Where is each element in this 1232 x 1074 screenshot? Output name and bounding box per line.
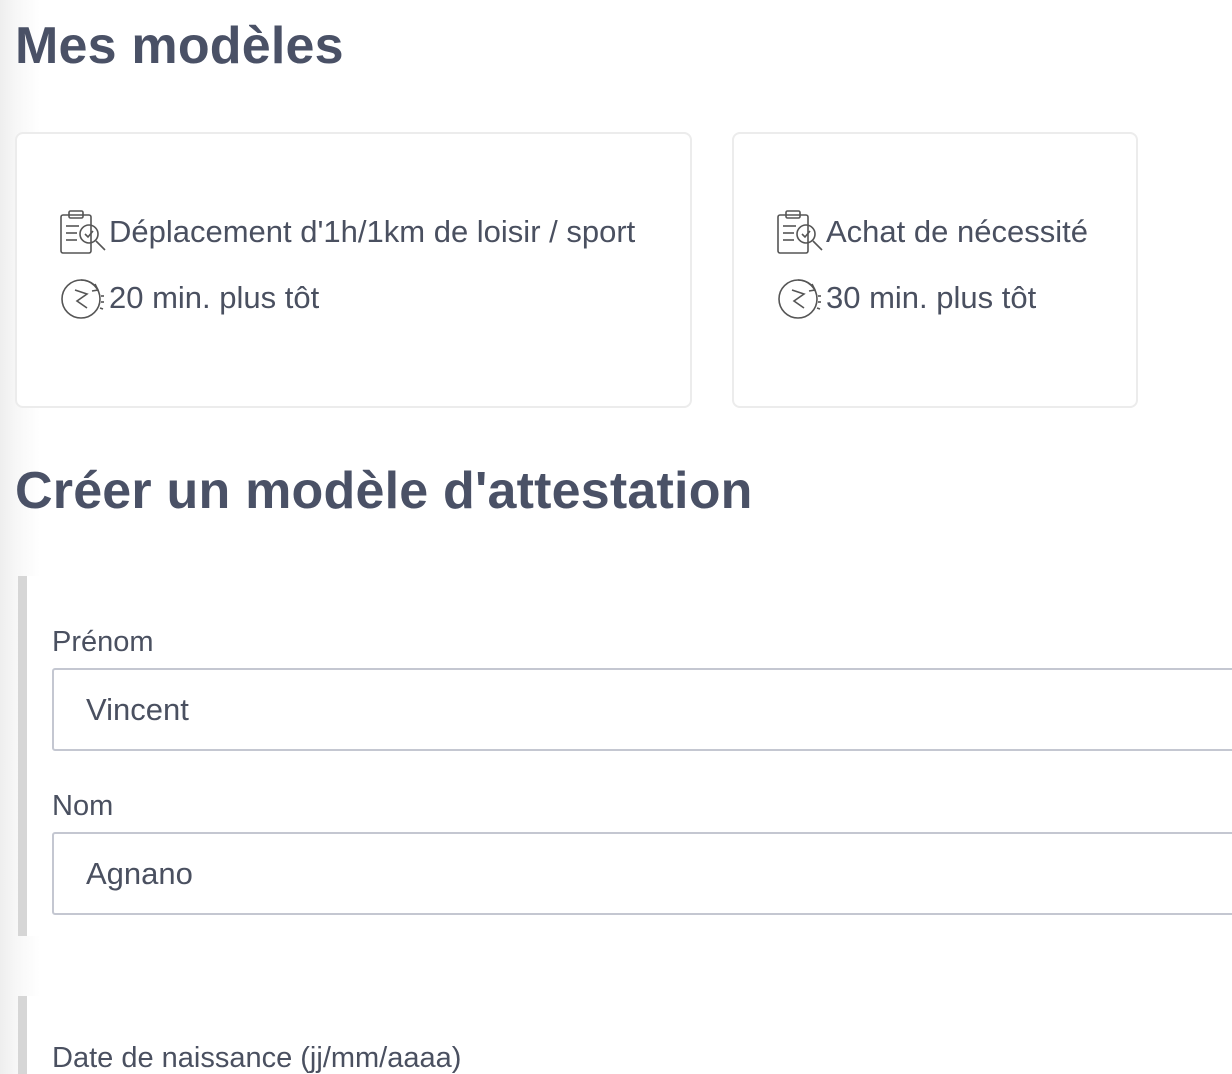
clipboard-check-icon (60, 210, 106, 254)
model-reason-text: Déplacement d'1h/1km de loisir / sport (109, 214, 636, 249)
model-reason-text: Achat de nécessité (826, 214, 1088, 249)
birthdate-label: Date de naissance (jj/mm/aaaa) (52, 1042, 462, 1074)
model-delay-text: 30 min. plus tôt (826, 280, 1037, 315)
clipboard-check-icon (777, 210, 823, 254)
stopwatch-rewind-icon (61, 279, 104, 319)
model-delay-text: 20 min. plus tôt (109, 280, 320, 315)
firstname-label: Prénom (52, 626, 154, 658)
model-reason-row: Achat de nécessité (774, 206, 1088, 258)
model-reason-row: Déplacement d'1h/1km de loisir / sport (57, 206, 635, 258)
model-delay-row: 20 min. plus tôt (57, 272, 319, 324)
birth-section: Date de naissance (jj/mm/aaaa) (18, 996, 1232, 1074)
stopwatch-rewind-icon (778, 279, 821, 319)
create-model-title: Créer un modèle d'attestation (15, 462, 753, 520)
lastname-label: Nom (52, 790, 114, 822)
lastname-input[interactable] (52, 832, 1232, 915)
model-card[interactable]: Achat de nécessité 30 min. plus tôt (732, 132, 1138, 408)
model-card[interactable]: Déplacement d'1h/1km de loisir / sport 2… (15, 132, 692, 408)
firstname-input[interactable] (52, 668, 1232, 751)
identity-section: Prénom Nom (18, 576, 1232, 936)
my-models-title: Mes modèles (15, 17, 344, 75)
model-delay-row: 30 min. plus tôt (774, 272, 1036, 324)
